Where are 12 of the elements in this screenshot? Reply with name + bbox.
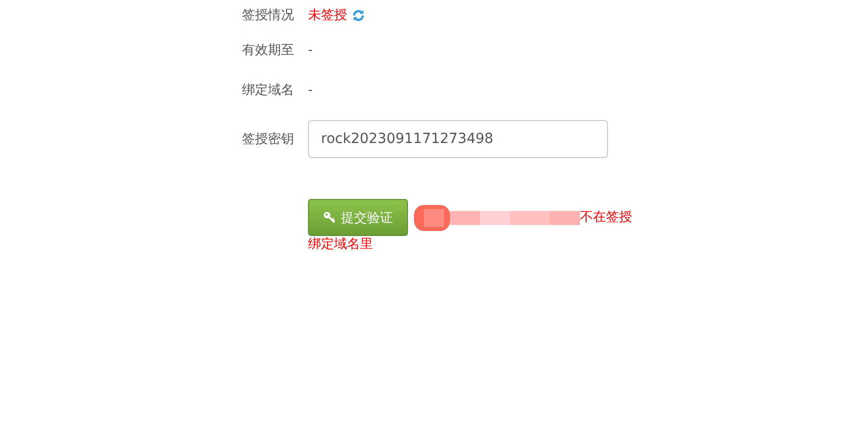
key-input-field[interactable]: rock2023091171273498 <box>308 120 608 158</box>
key-icon <box>323 211 336 224</box>
error-message: 绑定域名里 <box>308 237 373 252</box>
error-message: 不在签授 <box>580 210 632 225</box>
field-value: - <box>308 42 314 58</box>
field-label: 签授密钥 <box>241 131 294 148</box>
field-label: 绑定域名 <box>241 82 294 99</box>
field-value: - <box>308 82 314 98</box>
field-label: 签授情况 <box>241 7 294 24</box>
status-value: 未签授 <box>308 7 347 24</box>
refresh-icon[interactable] <box>352 8 365 22</box>
field-label: 有效期至 <box>241 42 294 59</box>
